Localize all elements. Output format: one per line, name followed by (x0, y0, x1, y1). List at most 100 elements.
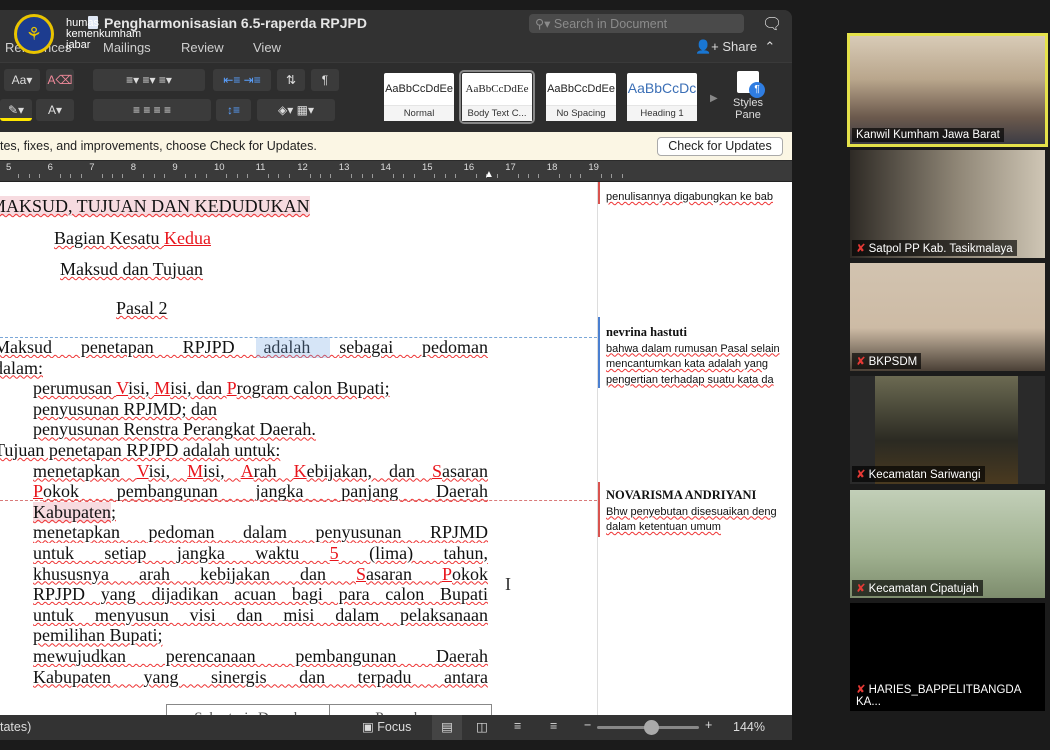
ruler-indent-marker[interactable]: ▲ (484, 169, 494, 180)
style-name: Heading 1 (627, 105, 697, 121)
text-run: Maksud dan Tujuan (60, 259, 204, 279)
watermark-text: humas kemenkumham jabar (66, 18, 141, 51)
comment-author: NOVARISMA ANDRIYANI (606, 488, 757, 502)
zoom-level: 144% (733, 720, 765, 734)
text-run: yang sinergis dan terpadu antara (143, 666, 488, 687)
zoom-in-button[interactable]: + (705, 718, 712, 732)
muted-mic-icon: ✘ (856, 583, 866, 595)
clear-formatting-icon[interactable]: A⌫ (46, 69, 74, 91)
comments-pane: penulisannya digabungkan ke bab nevrina h… (597, 182, 792, 715)
participant-tile[interactable]: ✘ Satpol PP Kab. Tasikmalaya (850, 150, 1045, 258)
comment-text: bahwa dalam rumusan Pasal selain (606, 342, 780, 355)
line-spacing-icon[interactable]: ↕≡ (216, 99, 251, 121)
style-heading-1[interactable]: AaBbCcDc Heading 1 (627, 73, 697, 121)
share-label: Share (722, 39, 758, 54)
styles-pane-button[interactable]: ¶ Styles Pane (728, 71, 768, 121)
comment[interactable]: penulisannya digabungkan ke bab (606, 190, 773, 206)
ruler-tick (309, 174, 311, 178)
style-no-spacing[interactable]: AaBbCcDdEe No Spacing (546, 73, 616, 121)
style-normal[interactable]: AaBbCcDdEe Normal (384, 73, 454, 121)
check-for-updates-button[interactable]: Check for Updates (657, 137, 783, 156)
text-run: penyusunan RPJMD; dan (33, 398, 217, 419)
style-body-text[interactable]: AaBbCcDdEe Body Text C... (459, 70, 535, 124)
zoom-out-button[interactable]: − (584, 718, 591, 732)
ruler-tick (330, 174, 332, 178)
styles-pane-label: Styles Pane (733, 97, 763, 121)
search-placeholder: Search in Document (553, 17, 668, 31)
change-case-button[interactable]: Aa▾ (4, 69, 40, 91)
ruler-tick (101, 174, 103, 178)
ruler-tick (496, 174, 498, 178)
comment[interactable]: nevrina hastuti bahwa dalam rumusan Pasal… (606, 325, 780, 388)
participant-name: Kecamatan Sariwangi (868, 469, 981, 481)
style-sample: AaBbCcDdEe (547, 83, 615, 95)
document-page[interactable]: MAKSUD, TUJUAN DAN KEDUDUKAN Bagian Kesat… (0, 182, 597, 715)
ruler-tick (559, 174, 561, 178)
text-run: asaran (366, 563, 442, 584)
comment-connector-line (0, 337, 597, 338)
ruler-tick (517, 174, 519, 178)
comment[interactable]: NOVARISMA ANDRIYANI Bhw penyebutan disesu… (606, 488, 777, 536)
participant-tile[interactable]: ✘ BKPSDM (850, 263, 1045, 371)
ruler-tick (320, 174, 321, 178)
alignment-buttons[interactable]: ≡ ≡ ≡ ≡ (93, 99, 211, 121)
inserted-text: 5 (329, 543, 339, 563)
document-line: penyusunan RPJMD; dan (33, 399, 217, 420)
ruler-tick (268, 174, 269, 178)
document-line: Tujuan penetapan RPJPD adalah untuk: (0, 440, 280, 461)
participant-name-label: Kanwil Kumham Jawa Barat (852, 128, 1004, 142)
inserted-text: A (240, 460, 254, 481)
highlight-icon[interactable]: ✎▾ (0, 99, 32, 121)
participant-tile[interactable]: ✘ Kecamatan Sariwangi (850, 376, 1045, 484)
show-paragraph-marks-icon[interactable]: ¶ (311, 69, 339, 91)
participant-tile[interactable]: Kanwil Kumham Jawa Barat (847, 33, 1048, 147)
participant-tile[interactable]: ✘ HARIES_BAPPELITBANGDA KA... (850, 603, 1045, 711)
more-styles-arrow-icon[interactable]: ▶ (710, 93, 718, 104)
ruler-tick (528, 174, 529, 178)
document-line: Maksud penetapan RPJPD adalah sebagai pe… (0, 337, 488, 358)
comment-marker (598, 317, 600, 388)
style-name: No Spacing (546, 105, 616, 121)
text-run: untuk setiap jangka waktu (33, 543, 330, 563)
list-buttons[interactable]: ≡▾ ≡▾ ≡▾ (93, 69, 205, 91)
participant-name-label: ✘ Satpol PP Kab. Tasikmalaya (852, 240, 1017, 256)
inserted-text: M (187, 460, 204, 481)
document-line: penyusunan Renstra Perangkat Daerah. (33, 419, 316, 440)
focus-label: Focus (377, 720, 412, 734)
focus-button[interactable]: ▣ Focus (362, 719, 411, 734)
document-line: Kabupaten yang sinergis dan terpadu anta… (33, 667, 488, 688)
indent-buttons[interactable]: ⇤≡ ⇥≡ (213, 69, 271, 91)
sort-icon[interactable]: ⇅ (277, 69, 305, 91)
comments-icon[interactable]: 🗨 (762, 14, 782, 34)
outline-view-icon[interactable]: ≡ (514, 719, 521, 733)
share-button[interactable]: 👤+ Share ⌃ (695, 39, 775, 55)
document-line: untuk setiap jangka waktu 5 (lima) tahun… (33, 543, 488, 564)
document-line: dalam: (0, 358, 43, 379)
ruler-tick (143, 174, 145, 178)
zoom-slider[interactable] (597, 720, 699, 735)
ruler-number: 13 (338, 162, 350, 173)
zoom-slider-thumb[interactable] (644, 720, 659, 735)
deleted-text: Kabupaten (33, 666, 144, 687)
font-color-icon[interactable]: A▾ (36, 99, 74, 121)
search-input[interactable]: ⚲▾ Search in Document (529, 14, 744, 33)
web-layout-icon[interactable]: ◫ (476, 719, 488, 734)
comment-text: pengertian terhadap suatu kata da (606, 373, 774, 386)
participant-tile[interactable]: ✘ Kecamatan Cipatujah (850, 490, 1045, 598)
print-layout-icon[interactable]: ▤ (432, 715, 462, 740)
tab-review[interactable]: Review (181, 40, 224, 55)
window-title: Pengharmonisasian 6.5-raperda RPJPD (104, 15, 367, 31)
ruler[interactable]: 5 6 7 8 9 10 11 12 13 14 15 16 17 18 19 ▲ (0, 161, 792, 182)
style-sample: AaBbCcDdEe (465, 83, 529, 95)
deleted-text: MAKSUD, TUJUAN DAN KEDUDUKAN (0, 196, 310, 216)
zoom-logo-watermark: ⚘ (14, 14, 54, 54)
text-run: dalam: (0, 357, 43, 378)
ruler-tick (122, 174, 124, 178)
tab-view[interactable]: View (253, 40, 281, 55)
style-sample: AaBbCcDdEe (385, 83, 453, 95)
watermark-line: jabar (66, 39, 91, 51)
participant-name-label: ✘ BKPSDM (852, 353, 922, 369)
ruler-number: 8 (130, 162, 137, 173)
draft-view-icon[interactable]: ≡ (550, 719, 557, 733)
shading-borders-icon[interactable]: ◈▾ ▦▾ (257, 99, 335, 121)
